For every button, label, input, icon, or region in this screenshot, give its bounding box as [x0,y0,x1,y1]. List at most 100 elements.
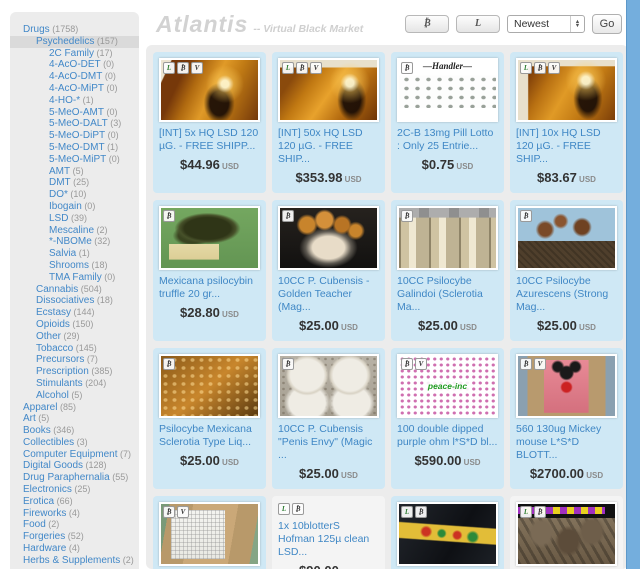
sidebar-item-label[interactable]: 4-AcO-DET [49,59,101,70]
product-image[interactable]: L₿V [516,58,617,122]
sidebar-item-label[interactable]: Computer Equipment [23,449,118,460]
sidebar-item[interactable]: Alcohol (5) [10,390,139,402]
sidebar-item[interactable]: Hardware (4) [10,543,139,555]
sidebar-item-label[interactable]: Ibogain [49,201,82,212]
sidebar-item-label[interactable]: DO* [49,189,68,200]
product-image[interactable]: —Handler—₿ [397,58,498,122]
sidebar-item-label[interactable]: Forgeries [23,531,65,542]
sidebar-item-label[interactable]: Hardware [23,543,66,554]
product-card[interactable]: L₿V [INT] 10x HQ LSD 120 µG. - FREE SHIP.… [510,52,623,193]
sidebar-item[interactable]: Erotica (66) [10,496,139,508]
product-card[interactable]: ₿ 10CC P. Cubensis "Penis Envy" (Magic ..… [272,348,385,489]
sidebar-item-label[interactable]: Psychedelics [36,36,94,47]
sidebar-item[interactable]: Computer Equipment (7) [10,449,139,461]
sidebar-item[interactable]: Opioids (150) [10,319,139,331]
product-card[interactable]: peace-inc₿V100 double dipped purple ohm … [391,348,504,489]
product-title-link[interactable]: 2C-B 13mg Pill Lotto : Only 25 Entrie... [397,127,498,153]
product-image[interactable]: peace-inc₿V [397,354,498,418]
product-card[interactable]: ₿V500 160ug DOUBLE DIPPED OHM L*S*D B...… [153,496,266,569]
sidebar-item[interactable]: 4-AcO-DMT (0) [10,71,139,83]
sidebar-item[interactable]: Cannabis (504) [10,284,139,296]
sidebar-item-label[interactable]: Precursors [36,354,84,365]
sidebar-item[interactable]: Other (29) [10,331,139,343]
sidebar-item[interactable]: 5-MeO-MiPT (0) [10,154,139,166]
litecoin-filter-button[interactable]: L [456,15,500,33]
sidebar-item[interactable]: Psychedelics (157) [10,36,139,48]
sidebar-item-label[interactable]: Shrooms [49,260,89,271]
sidebar-item-label[interactable]: 4-AcO-MiPT [49,83,104,94]
sidebar-item[interactable]: Apparel (85) [10,402,139,414]
sidebar-item-label[interactable]: 5-MeO-DALT [49,118,108,129]
product-title-link[interactable]: 10CC P. Cubensis - Golden Teacher (Mag..… [278,275,379,314]
sidebar-item-label[interactable]: Books [23,425,51,436]
product-title-link[interactable]: Mexicana psilocybin truffle 20 gr... [159,275,260,301]
product-card[interactable]: ₿10CC Psilocybe Azurescens (Strong Mag..… [510,200,623,341]
product-image[interactable]: L₿ [397,502,498,566]
sidebar-item-label[interactable]: Alcohol [36,390,69,401]
sidebar-item-label[interactable]: Ecstasy [36,307,71,318]
sidebar-item[interactable]: Tobacco (145) [10,343,139,355]
sidebar-item-label[interactable]: LSD [49,213,68,224]
product-image[interactable]: ₿ [397,206,498,270]
sidebar-item-label[interactable]: TMA Family [49,272,102,283]
sidebar-item-label[interactable]: *-NBOMe [49,236,92,247]
sidebar-item-label[interactable]: Fireworks [23,508,66,519]
sidebar-item[interactable]: Art (5) [10,413,139,425]
product-title-link[interactable]: 10CC P. Cubensis "Penis Envy" (Magic ... [278,423,379,462]
sidebar-item[interactable]: 4-AcO-MiPT (0) [10,83,139,95]
sidebar-item[interactable]: Ecstasy (144) [10,307,139,319]
sidebar-item-label[interactable]: Opioids [36,319,70,330]
sidebar-item-label[interactable]: 5-MeO-DiPT [49,130,105,141]
sort-select[interactable]: Newest ▲▼ [507,15,585,33]
product-image[interactable]: ₿ [278,354,379,418]
product-card[interactable]: ₿ Psilocybe Mexicana Sclerotia Type Liq..… [153,348,266,489]
sidebar-item[interactable]: Dissociatives (18) [10,295,139,307]
sidebar-item[interactable]: Stimulants (204) [10,378,139,390]
sidebar-item[interactable]: 4-AcO-DET (0) [10,59,139,71]
sidebar-item-label[interactable]: 2C Family [49,48,94,59]
product-title-link[interactable]: 10CC Psilocybe Galindoi (Sclerotia Ma... [397,275,498,314]
product-image[interactable]: ₿V [159,502,260,566]
product-title-link[interactable]: 560 130ug Mickey mouse L*S*D BLOTT... [516,423,617,462]
sidebar-item[interactable]: 5-MeO-AMT (0) [10,107,139,119]
product-card[interactable]: L₿1x 10blotterS Hofman 125µ clean LSD...… [272,496,385,569]
sidebar-item-label[interactable]: Tobacco [36,343,73,354]
sidebar-item-label[interactable]: Digital Goods [23,460,83,471]
sidebar-item-label[interactable]: Art [23,413,36,424]
sidebar-item-label[interactable]: 5-MeO-AMT [49,107,104,118]
sidebar-item[interactable]: Food (2) [10,519,139,531]
product-title-link[interactable]: [INT] 50x HQ LSD 120 µG. - FREE SHIP... [278,127,379,166]
sidebar-item-label[interactable]: Apparel [23,402,57,413]
sidebar-item-label[interactable]: 4-HO-* [49,95,80,106]
product-title-link[interactable]: [INT] 10x HQ LSD 120 µG. - FREE SHIP... [516,127,617,166]
product-title-link[interactable]: 10CC Psilocybe Azurescens (Strong Mag... [516,275,617,314]
sidebar-item-label[interactable]: 5-MeO-MiPT [49,154,106,165]
product-card[interactable]: —Handler—₿ 2C-B 13mg Pill Lotto : Only 25… [391,52,504,193]
sidebar-item[interactable]: Mescaline (2) [10,225,139,237]
product-title-link[interactable]: 1x 10blotterS Hofman 125µ clean LSD... [278,520,379,559]
product-title-link[interactable]: Psilocybe Mexicana Sclerotia Type Liq... [159,423,260,449]
sidebar-item-label[interactable]: Prescription [36,366,89,377]
sidebar-item[interactable]: Collectibles (3) [10,437,139,449]
sidebar-item-label[interactable]: Dissociatives [36,295,94,306]
sidebar-item-label[interactable]: AMT [49,166,70,177]
product-image[interactable]: ₿ [278,206,379,270]
sidebar-item[interactable]: LSD (39) [10,213,139,225]
sidebar-item[interactable]: Digital Goods (128) [10,460,139,472]
sidebar-item-label[interactable]: DMT [49,177,71,188]
product-card[interactable]: ₿V560 130ug Mickey mouse L*S*D BLOTT...$… [510,348,623,489]
sidebar-item[interactable]: DO* (10) [10,189,139,201]
product-image[interactable]: L₿V [278,58,379,122]
sidebar-item-label[interactable]: Food [23,519,46,530]
product-image[interactable]: ₿ [159,354,260,418]
sidebar-item[interactable]: Books (346) [10,425,139,437]
bitcoin-filter-button[interactable]: ₿ [405,15,449,33]
sidebar-item-label[interactable]: 5-MeO-DMT [49,142,105,153]
product-card[interactable]: L₿QP of Ergot$1500.00 USD [510,496,623,569]
sidebar-item[interactable]: TMA Family (0) [10,272,139,284]
sidebar-item-label[interactable]: Electronics [23,484,72,495]
sidebar-item[interactable]: Electronics (25) [10,484,139,496]
sidebar-item[interactable]: *-NBOMe (32) [10,236,139,248]
product-image[interactable]: ₿V [516,354,617,418]
product-image[interactable]: ₿ [159,206,260,270]
